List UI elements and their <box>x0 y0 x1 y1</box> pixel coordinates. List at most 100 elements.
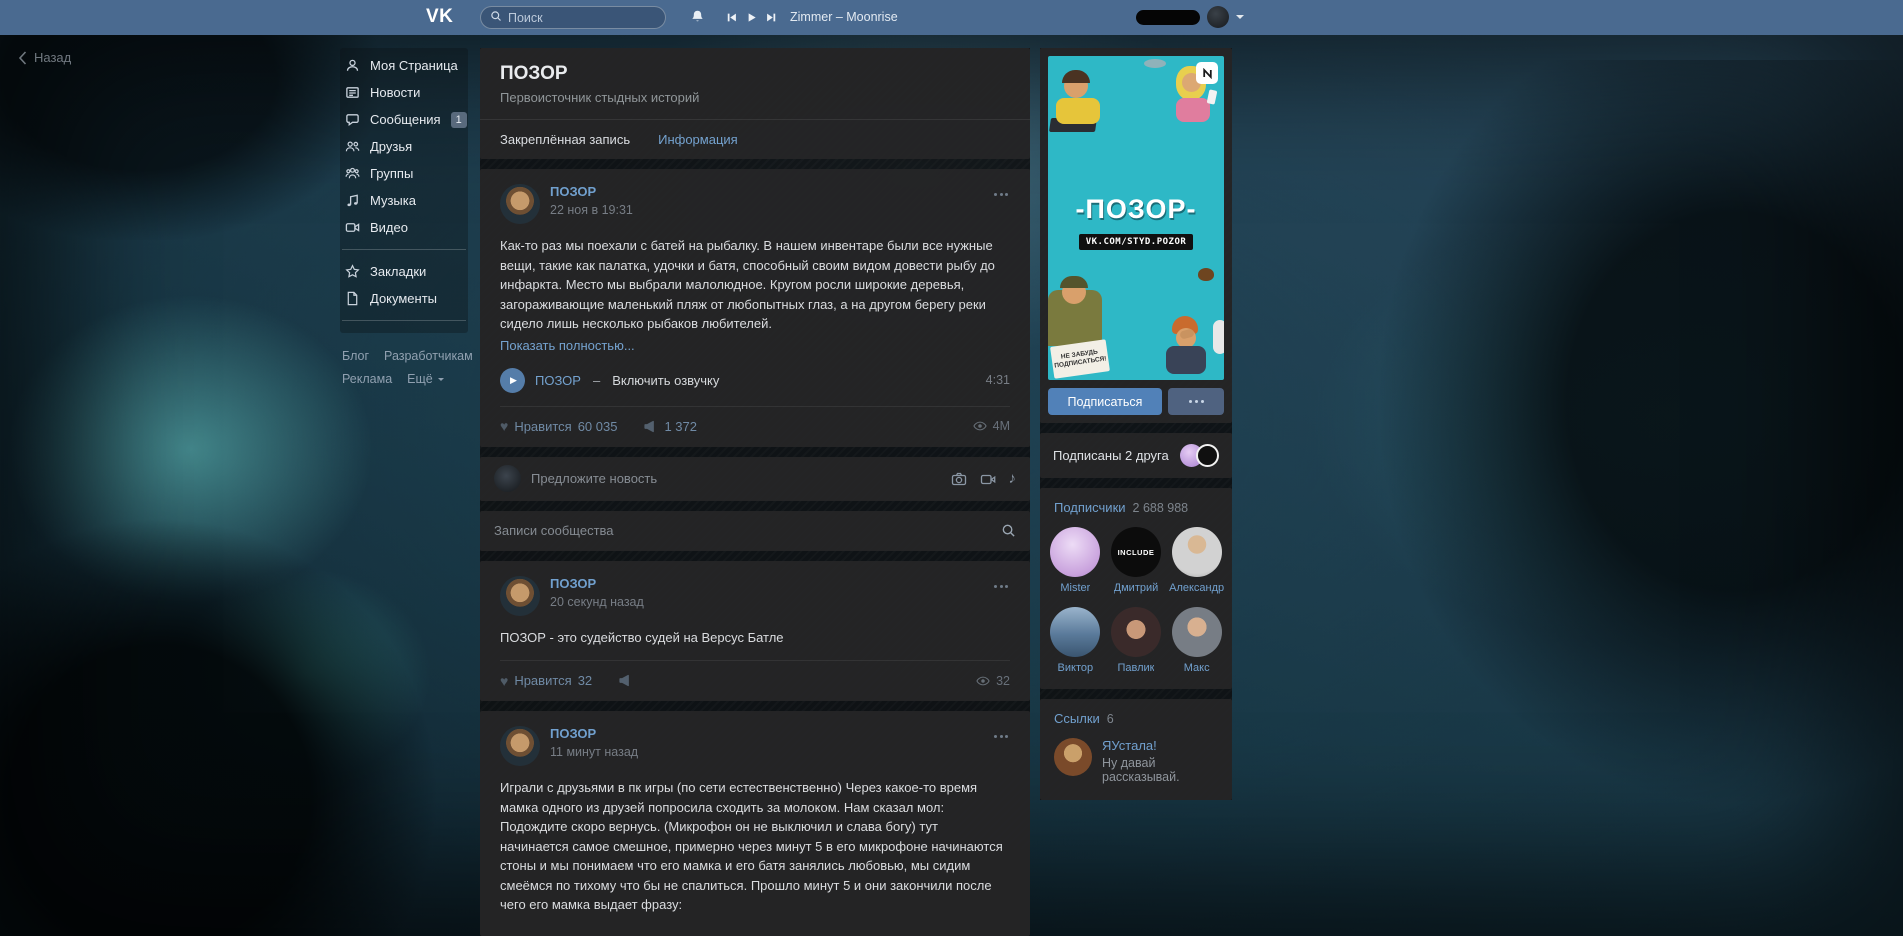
chevron-down-icon <box>438 378 444 384</box>
footer-link-more[interactable]: Ещё <box>407 372 444 386</box>
camera-icon[interactable] <box>951 471 967 487</box>
cover-art-character <box>1166 346 1206 374</box>
audio-play-icon[interactable]: ▶ <box>500 368 525 393</box>
sidebar-item-documents[interactable]: Документы <box>342 285 466 312</box>
sidebar-item-friends[interactable]: Друзья <box>342 133 466 160</box>
global-search[interactable] <box>480 6 666 29</box>
post-timestamp[interactable]: 20 секунд назад <box>550 595 644 609</box>
wall-search-card <box>480 511 1030 551</box>
post-actions: ♥ Нравится 60 035 1 372 4M <box>500 406 1010 434</box>
links-count: 6 <box>1107 712 1114 726</box>
post-menu-ellipsis-icon[interactable] <box>990 189 1012 200</box>
user-menu[interactable] <box>1136 6 1244 28</box>
post-timestamp[interactable]: 11 минут назад <box>550 745 638 759</box>
subscriber-item[interactable]: INCLUDE Дмитрий <box>1107 527 1165 594</box>
previous-track-icon[interactable] <box>726 12 737 23</box>
subscribe-button[interactable]: Подписаться <box>1048 388 1162 415</box>
like-button[interactable]: ♥ Нравится 32 <box>500 673 592 688</box>
notifications-bell-icon[interactable] <box>690 9 705 27</box>
link-item[interactable]: ЯУстала! Ну давай рассказывай. <box>1040 736 1232 800</box>
post-author-avatar[interactable] <box>500 576 540 616</box>
post: ПОЗОР 11 минут назад Играли с друзьями в… <box>480 711 1030 936</box>
subscriber-item[interactable]: Виктор <box>1046 607 1104 674</box>
sidebar-divider <box>342 249 466 250</box>
friend-avatar[interactable] <box>1196 444 1219 467</box>
links-title[interactable]: Ссылки <box>1054 711 1100 726</box>
sidebar-item-label: Сообщения <box>370 112 441 127</box>
subscribers-title[interactable]: Подписчики <box>1054 500 1126 515</box>
vk-logo[interactable]: VK <box>426 6 453 28</box>
link-avatar <box>1054 738 1092 776</box>
subscriber-item[interactable]: Александр <box>1168 527 1226 594</box>
post-author-avatar[interactable] <box>500 184 540 224</box>
like-button[interactable]: ♥ Нравится 60 035 <box>500 419 617 434</box>
subscriber-name: Александр <box>1169 582 1224 594</box>
post-author-name[interactable]: ПОЗОР <box>550 184 633 199</box>
subscriber-item[interactable]: Макс <box>1168 607 1226 674</box>
subscriber-item[interactable]: Павлик <box>1107 607 1165 674</box>
post-author-avatar[interactable] <box>500 726 540 766</box>
sidebar-item-label: Документы <box>370 291 437 306</box>
messages-count-badge: 1 <box>451 112 467 128</box>
audio-artist[interactable]: ПОЗОР <box>535 373 581 388</box>
like-label: Нравится <box>514 673 571 688</box>
suggest-post-input[interactable] <box>531 471 941 486</box>
post-text: Играли с друзьями в пк игры (по сети ест… <box>500 778 1010 915</box>
left-sidebar: Моя Страница Новости Сообщения 1 Друзья <box>340 48 468 386</box>
tab-information[interactable]: Информация <box>658 132 738 147</box>
video-camera-icon[interactable] <box>980 471 996 487</box>
community-more-button[interactable] <box>1168 388 1224 415</box>
footer-link-ads[interactable]: Реклама <box>342 372 392 386</box>
friends-subscribed-label[interactable]: Подписаны 2 друга <box>1053 448 1169 463</box>
sidebar-item-groups[interactable]: Группы <box>342 160 466 187</box>
search-input[interactable] <box>508 11 656 25</box>
sidebar-item-bookmarks[interactable]: Закладки <box>342 258 466 285</box>
suggest-post-card: ♪ <box>480 457 1030 501</box>
music-note-icon[interactable]: ♪ <box>1009 471 1017 486</box>
sidebar-item-label: Друзья <box>370 139 412 154</box>
post-timestamp[interactable]: 22 ноя в 19:31 <box>550 203 633 217</box>
post-actions: ♥ Нравится 32 32 <box>500 660 1010 688</box>
post-menu-ellipsis-icon[interactable] <box>990 731 1012 742</box>
community-subtitle: Первоисточник стыдных историй <box>500 90 1010 105</box>
repost-button[interactable] <box>618 673 633 688</box>
sidebar-item-messages[interactable]: Сообщения 1 <box>342 106 466 133</box>
sidebar-item-news[interactable]: Новости <box>342 79 466 106</box>
sidebar-item-video[interactable]: Видео <box>342 214 466 241</box>
links-card: Ссылки 6 ЯУстала! Ну давай рассказывай. <box>1040 699 1232 800</box>
sidebar-divider <box>342 320 466 321</box>
sidebar-item-label: Группы <box>370 166 413 181</box>
sidebar-item-music[interactable]: Музыка <box>342 187 466 214</box>
play-icon[interactable] <box>746 12 757 23</box>
audio-attachment[interactable]: ▶ ПОЗОР – Включить озвучку 4:31 <box>500 368 1010 393</box>
post-author-name[interactable]: ПОЗОР <box>550 726 638 741</box>
subscribers-card: Подписчики 2 688 988 Mister INCLUDE Дмит… <box>1040 488 1232 689</box>
audio-duration: 4:31 <box>986 373 1010 387</box>
cover-art-phone <box>1207 89 1218 104</box>
subscriber-item[interactable]: Mister <box>1046 527 1104 594</box>
back-link[interactable]: Назад <box>18 50 71 65</box>
wall-search-input[interactable] <box>494 523 993 538</box>
repost-button[interactable]: 1 372 <box>643 419 697 434</box>
view-count: 4M <box>993 419 1010 433</box>
post-menu-ellipsis-icon[interactable] <box>990 581 1012 592</box>
cover-title: -ПОЗОР- <box>1048 194 1224 225</box>
community-title: ПОЗОР <box>500 63 1010 85</box>
community-cover-image[interactable]: -ПОЗОР- VK.COM/STYD.POZOR НЕ ЗАБУДЬ ПОДП… <box>1048 56 1224 380</box>
magnifier-icon[interactable] <box>1001 523 1016 538</box>
tab-pinned-post[interactable]: Закреплённая запись <box>500 132 630 147</box>
repost-count: 1 372 <box>664 419 697 434</box>
footer-link-developers[interactable]: Разработчикам <box>384 349 473 363</box>
news-icon <box>344 85 360 101</box>
post-text: ПОЗОР - это судейство судей на Версус Ба… <box>500 628 1010 648</box>
current-user-avatar <box>494 465 521 492</box>
footer-link-blog[interactable]: Блог <box>342 349 369 363</box>
video-icon <box>344 220 360 236</box>
now-playing-track[interactable]: Zimmer – Moonrise <box>790 10 898 24</box>
next-track-icon[interactable] <box>766 12 777 23</box>
sidebar-item-my-page[interactable]: Моя Страница <box>342 52 466 79</box>
friends-icon <box>344 139 360 155</box>
post-author-name[interactable]: ПОЗОР <box>550 576 644 591</box>
show-more-link[interactable]: Показать полностью... <box>500 338 635 353</box>
sidebar-footer-links: Блог Разработчикам Реклама Ещё <box>340 349 485 386</box>
